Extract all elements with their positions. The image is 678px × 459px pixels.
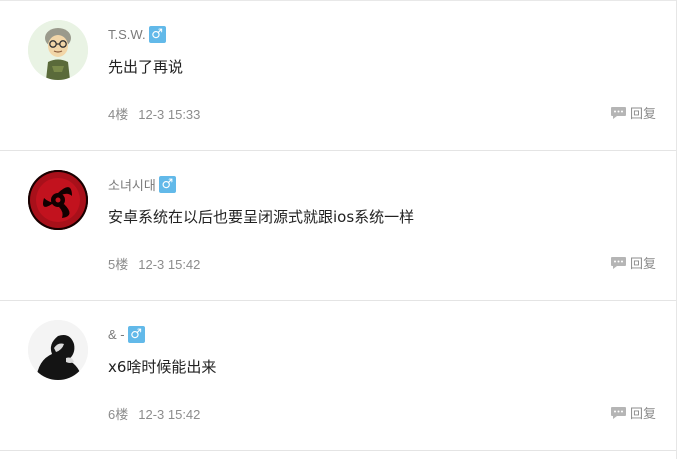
male-icon: ♂ [158,175,176,193]
reply-button[interactable]: 回复 [610,253,656,272]
username[interactable]: 소녀시대 [108,175,156,194]
comment-meta: 6楼 12-3 15:42 [108,404,200,423]
comment-text: x6啥时候能出来 [108,358,217,376]
reply-button[interactable]: 回复 [610,103,656,122]
timestamp: 12-3 15:42 [138,257,201,272]
comment-list: T.S.W. ♂ 先出了再说 4楼 12-3 15:33 回复 소녀시대 ♂ 安… [0,0,677,459]
comment-item: T.S.W. ♂ 先出了再说 4楼 12-3 15:33 回复 [0,0,676,151]
reply-icon [610,106,626,119]
reply-label: 回复 [629,107,656,122]
reply-label: 回复 [629,257,656,272]
floor-number: 5楼 [108,257,129,272]
comment-text: 先出了再说 [108,58,184,76]
reply-label: 回复 [629,407,656,422]
username[interactable]: T.S.W. [108,27,146,42]
comment-meta: 5楼 12-3 15:42 [108,254,200,273]
reply-icon [610,256,626,269]
comment-text: 安卓系统在以后也要呈闭源式就跟ios系统一样 [108,208,415,226]
male-icon: ♂ [148,25,166,43]
user-info: 소녀시대 ♂ [108,174,176,194]
timestamp: 12-3 15:42 [138,407,201,422]
reply-icon [610,406,626,419]
avatar[interactable] [28,20,88,80]
male-icon: ♂ [127,325,145,343]
comment-item: 소녀시대 ♂ 安卓系统在以后也要呈闭源式就跟ios系统一样 5楼 12-3 15:… [0,150,676,301]
username[interactable]: & - [108,327,125,342]
user-info: T.S.W. ♂ [108,24,166,44]
user-info: & - ♂ [108,324,145,344]
avatar[interactable] [28,170,88,230]
comment-item: & - ♂ x6啥时候能出来 6楼 12-3 15:42 回复 [0,300,676,451]
floor-number: 6楼 [108,407,129,422]
comment-meta: 4楼 12-3 15:33 [108,104,200,123]
avatar[interactable] [28,320,88,380]
floor-number: 4楼 [108,107,129,122]
timestamp: 12-3 15:33 [138,107,201,122]
reply-button[interactable]: 回复 [610,403,656,422]
